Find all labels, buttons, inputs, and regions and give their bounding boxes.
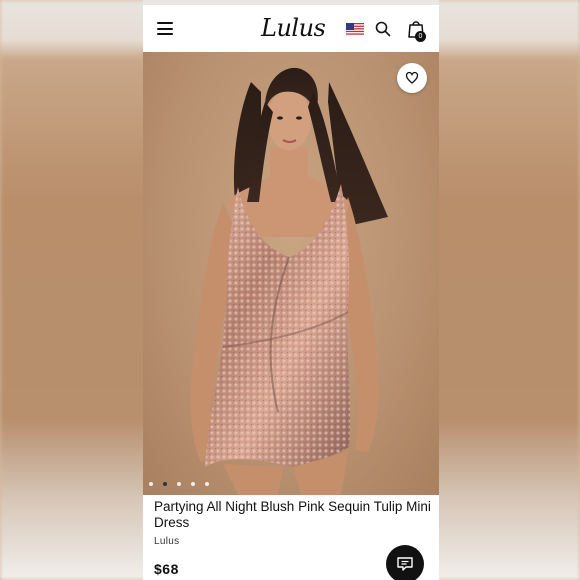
product-image-carousel[interactable] <box>143 52 439 495</box>
carousel-pagination <box>149 482 219 488</box>
carousel-dot[interactable] <box>177 482 181 486</box>
us-flag-icon[interactable] <box>346 23 364 36</box>
hamburger-menu-icon[interactable] <box>157 22 173 35</box>
carousel-dot[interactable] <box>205 482 209 486</box>
site-header: Lulus 0 <box>143 5 439 53</box>
product-price: $68 <box>154 561 179 577</box>
cart-count-badge[interactable]: 0 <box>415 31 426 42</box>
heart-outline-icon <box>405 71 419 84</box>
product-photo <box>190 67 388 495</box>
chat-button[interactable] <box>386 545 424 580</box>
favorite-button[interactable] <box>397 63 427 93</box>
carousel-dot[interactable] <box>149 482 153 486</box>
search-icon[interactable] <box>375 21 391 37</box>
product-brand[interactable]: Lulus <box>154 536 179 547</box>
carousel-dot[interactable] <box>191 482 195 486</box>
product-title: Partying All Night Blush Pink Sequin Tul… <box>154 499 431 530</box>
site-logo[interactable]: Lulus <box>261 14 326 42</box>
chat-bubble-icon <box>397 557 413 571</box>
carousel-dot-active[interactable] <box>163 482 167 486</box>
product-page: Lulus 0 Partying All Night Blush Pink Se… <box>143 0 439 580</box>
